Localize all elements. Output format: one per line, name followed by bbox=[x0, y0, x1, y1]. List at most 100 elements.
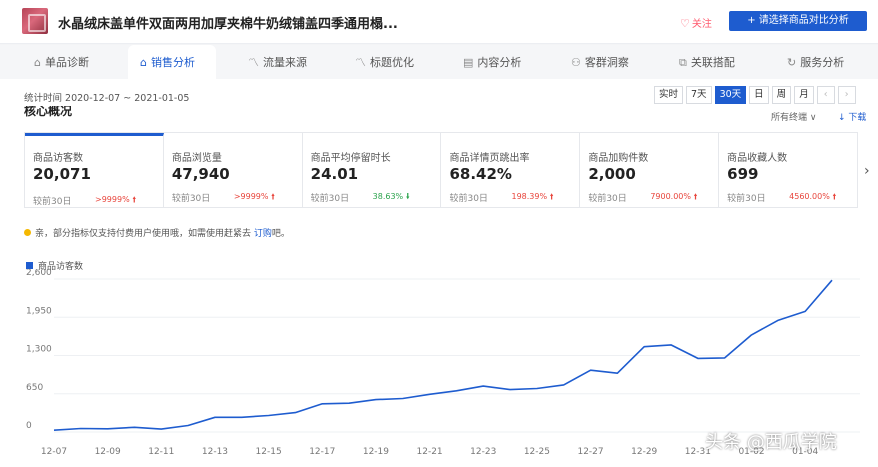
tab-title-optimization[interactable]: 〽标题优化 bbox=[349, 45, 420, 79]
arrow-up-icon: 🠙 bbox=[693, 192, 698, 201]
metric-value: 47,940 bbox=[171, 165, 230, 183]
section-title-text: 核心概况 bbox=[24, 106, 73, 118]
compare-product-button[interactable]: + 请选择商品对比分析 bbox=[729, 11, 867, 31]
arrow-up-icon: 🠙 bbox=[549, 192, 554, 201]
tab-label: 关联搭配 bbox=[690, 56, 735, 69]
metric-card[interactable]: 商品访客数 20,071 较前30日 >9999% 🠙 bbox=[25, 133, 164, 207]
tab-service-analysis[interactable]: ↻ 服务分析 bbox=[781, 45, 850, 79]
tab-label: 内容分析 bbox=[477, 56, 522, 69]
tab-label: 客群洞察 bbox=[584, 56, 629, 69]
x-tick-label: 12-09 bbox=[95, 447, 121, 457]
follow-label: 关注 bbox=[691, 19, 712, 30]
arrow-down-icon: 🠛 bbox=[405, 192, 410, 201]
metric-card[interactable]: 商品浏览量 47,940 较前30日 >9999% 🠙 bbox=[164, 133, 303, 207]
period-month[interactable]: 月 bbox=[794, 86, 814, 104]
tab-label: 流量来源 bbox=[263, 56, 307, 69]
data-point[interactable] bbox=[240, 415, 244, 419]
title-icon: 〽 bbox=[355, 56, 366, 69]
product-title[interactable]: 水晶绒床盖单件双面两用加厚夹棉牛奶绒铺盖四季通用榻... bbox=[58, 13, 398, 32]
metric-card[interactable]: 商品平均停留时长 24.01 较前30日 38.63% 🠛 bbox=[303, 133, 442, 207]
tab-related-match[interactable]: ⧉ 关联搭配 bbox=[673, 45, 741, 79]
metric-value: 24.01 bbox=[310, 165, 359, 183]
metric-card[interactable]: 商品详情页跳出率 68.42% 较前30日 198.39% 🠙 bbox=[441, 133, 581, 207]
chevron-right-icon[interactable]: › bbox=[864, 163, 870, 179]
subscribe-link[interactable]: 订购 bbox=[254, 229, 272, 239]
metric-change-value: 7900.00% bbox=[650, 192, 691, 201]
metric-change-value: 4560.00% bbox=[789, 192, 830, 201]
terminal-filter-dropdown[interactable]: 所有终端 ∨ bbox=[771, 110, 816, 123]
product-header: 水晶绒床盖单件双面两用加厚夹棉牛奶绒铺盖四季通用榻... ♡ 关注 + 请选择商品… bbox=[0, 0, 878, 44]
x-tick-label: 12-29 bbox=[631, 447, 657, 457]
data-point[interactable] bbox=[320, 402, 324, 406]
core-metrics: 商品访客数 20,071 较前30日 >9999% 🠙 商品浏览量 47,940… bbox=[24, 132, 858, 208]
tab-traffic-source[interactable]: 〽流量来源 bbox=[242, 45, 313, 79]
x-tick-label: 12-25 bbox=[524, 447, 550, 457]
data-point[interactable] bbox=[830, 278, 834, 282]
paid-feature-notice: 亲，部分指标仅支持付费用户使用哦，如需使用赶紧去 订购吧。 bbox=[24, 226, 290, 239]
data-point[interactable] bbox=[669, 343, 673, 347]
section-title: 核心概况 bbox=[24, 106, 72, 120]
data-point[interactable] bbox=[401, 396, 405, 400]
y-tick-label: 650 bbox=[26, 383, 43, 393]
service-icon: ↻ bbox=[787, 56, 797, 69]
data-point[interactable] bbox=[293, 411, 297, 415]
data-point[interactable] bbox=[696, 356, 700, 360]
x-tick-label: 12-23 bbox=[470, 447, 496, 457]
chevron-right-icon[interactable]: › bbox=[837, 86, 856, 104]
tab-content-analysis[interactable]: ▤ 内容分析 bbox=[457, 45, 527, 79]
tab-sales-analysis[interactable]: ⌂ 销售分析 bbox=[128, 45, 216, 79]
x-tick-label: 12-19 bbox=[363, 447, 389, 457]
period-30-days[interactable]: 30天 bbox=[714, 86, 747, 104]
period-week[interactable]: 周 bbox=[771, 86, 792, 104]
data-point[interactable] bbox=[79, 426, 83, 430]
data-point[interactable] bbox=[750, 333, 754, 337]
data-point[interactable] bbox=[481, 384, 485, 388]
tab-single-diagnosis[interactable]: ⌂ 单品诊断 bbox=[28, 45, 95, 79]
x-tick-label: 12-27 bbox=[577, 447, 603, 457]
stat-time-range: 统计时间 2020-12-07 ~ 2021-01-05 bbox=[24, 93, 190, 104]
data-point[interactable] bbox=[347, 401, 351, 405]
data-point[interactable] bbox=[428, 392, 432, 396]
data-point[interactable] bbox=[267, 414, 271, 418]
content-icon: ▤ bbox=[463, 56, 474, 69]
data-point[interactable] bbox=[642, 345, 646, 349]
metric-card[interactable]: 商品加购件数 2,000 较前30日 7900.00% 🠙 bbox=[580, 133, 720, 207]
metric-change: >9999% 🠙 bbox=[234, 191, 275, 205]
metric-label: 商品平均停留时长 bbox=[310, 153, 391, 164]
data-point[interactable] bbox=[52, 428, 56, 432]
data-point[interactable] bbox=[374, 398, 378, 402]
data-point[interactable] bbox=[589, 368, 593, 372]
x-tick-label: 12-07 bbox=[41, 447, 67, 457]
tab-label: 单品诊断 bbox=[44, 56, 89, 69]
data-point[interactable] bbox=[803, 309, 807, 313]
follow-button[interactable]: ♡ 关注 bbox=[680, 15, 712, 30]
period-selector: 实时 7天 30天 日 周 月 ‹ › bbox=[654, 86, 859, 106]
data-point[interactable] bbox=[535, 386, 539, 390]
data-point[interactable] bbox=[106, 427, 110, 431]
data-point[interactable] bbox=[132, 425, 136, 429]
data-point[interactable] bbox=[615, 371, 619, 375]
tab-audience-insight[interactable]: ⚇ 客群洞察 bbox=[565, 45, 635, 79]
product-thumbnail[interactable] bbox=[22, 8, 48, 34]
download-button[interactable]: ↓ 下载 bbox=[838, 110, 866, 123]
chevron-left-icon[interactable]: ‹ bbox=[816, 86, 835, 104]
data-point[interactable] bbox=[213, 415, 217, 419]
metric-card[interactable]: 商品收藏人数 699 较前30日 4560.00% 🠙 bbox=[719, 133, 857, 207]
metric-change: 198.39% 🠙 bbox=[511, 191, 553, 205]
metric-label: 商品浏览量 bbox=[171, 153, 222, 164]
data-point[interactable] bbox=[159, 427, 163, 431]
data-point[interactable] bbox=[186, 424, 190, 428]
metric-value: 68.42% bbox=[449, 165, 512, 183]
period-realtime[interactable]: 实时 bbox=[654, 86, 684, 104]
data-point[interactable] bbox=[562, 383, 566, 387]
data-point[interactable] bbox=[454, 389, 458, 393]
data-point[interactable] bbox=[776, 318, 780, 322]
data-point[interactable] bbox=[723, 356, 727, 360]
audience-icon: ⚇ bbox=[571, 56, 581, 69]
match-icon: ⧉ bbox=[679, 56, 687, 69]
period-day[interactable]: 日 bbox=[749, 86, 769, 104]
period-7-days[interactable]: 7天 bbox=[686, 86, 712, 104]
metric-compare-label: 较前30日 bbox=[33, 197, 72, 207]
metric-change-value: >9999% bbox=[233, 192, 269, 201]
data-point[interactable] bbox=[508, 388, 512, 392]
